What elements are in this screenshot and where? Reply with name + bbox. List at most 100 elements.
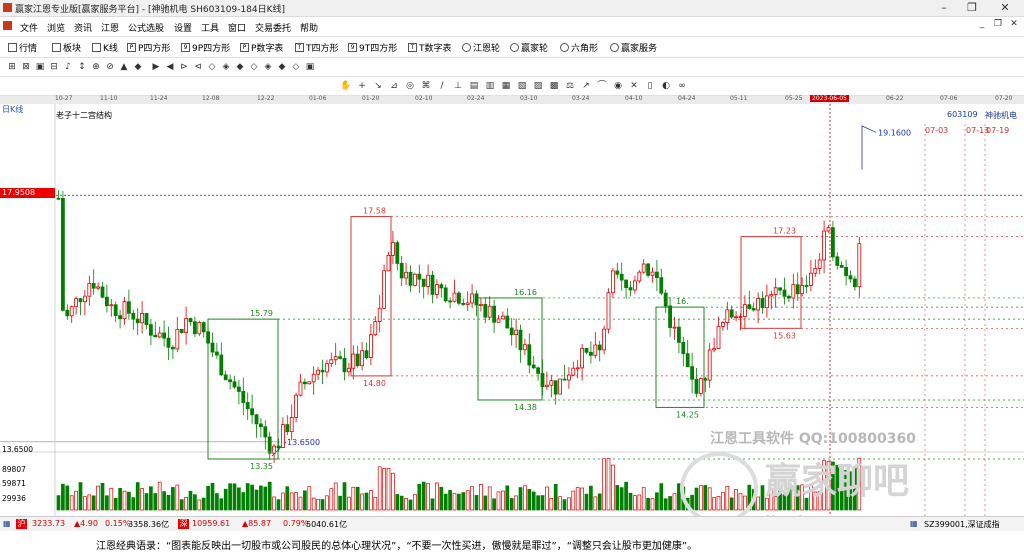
tool-11-icon[interactable]: ◀ xyxy=(164,61,176,73)
candle-body xyxy=(641,263,646,273)
menu-gann[interactable]: 江恩 xyxy=(101,21,119,34)
draw-tool-1-icon[interactable]: + xyxy=(356,80,368,92)
menu-file[interactable]: 文件 xyxy=(20,21,38,34)
mdi-restore-button[interactable]: ❐ xyxy=(992,19,1004,29)
tool-7-icon[interactable]: ⊘ xyxy=(104,61,116,73)
menu-trade[interactable]: 交易委托 xyxy=(255,21,291,34)
tool-18-icon[interactable]: ◈ xyxy=(262,61,274,73)
mdi-minimize-button[interactable]: _ xyxy=(976,19,988,29)
draw-tool-4-icon[interactable]: ◎ xyxy=(404,80,416,92)
p-square-button[interactable]: P P四方形 xyxy=(127,41,170,54)
draw-tool-12-icon[interactable]: ▨ xyxy=(532,80,544,92)
gann-wheel-button[interactable]: 江恩轮 xyxy=(462,41,500,54)
candle-body xyxy=(470,293,475,304)
volume-bar xyxy=(527,489,532,511)
tool-9-icon[interactable]: ◆ xyxy=(132,61,144,73)
date-label: 12-22 xyxy=(257,95,275,102)
volume-bar xyxy=(382,468,386,511)
mdi-close-button[interactable]: ✕ xyxy=(1008,19,1020,29)
index-selector[interactable]: SZ399001,深证成指 xyxy=(924,519,1000,530)
p-number-table-button[interactable]: P P数字表 xyxy=(240,41,283,54)
volume-bar xyxy=(245,483,250,511)
restore-button[interactable]: ❐ xyxy=(957,0,987,16)
candle-body xyxy=(694,378,699,394)
draw-tool-20-icon[interactable]: ◐ xyxy=(660,80,672,92)
menu-info[interactable]: 资讯 xyxy=(74,21,92,34)
volume-bar xyxy=(78,482,83,511)
draw-tool-8-icon[interactable]: ▤ xyxy=(468,80,480,92)
winner-service-button[interactable]: 赢家服务 xyxy=(610,41,657,54)
tool-4-icon[interactable]: ♪ xyxy=(62,61,74,73)
tool-6-icon[interactable]: ⊕ xyxy=(90,61,102,73)
tool-10-icon[interactable]: ▶ xyxy=(150,61,162,73)
candle-body xyxy=(100,286,105,298)
menu-settings[interactable]: 设置 xyxy=(174,21,192,34)
tool-20-icon[interactable]: ◇ xyxy=(290,61,302,73)
menu-window[interactable]: 窗口 xyxy=(228,21,246,34)
quotes-button[interactable]: 行情 xyxy=(8,41,37,54)
draw-tool-15-icon[interactable]: ↗ xyxy=(580,80,592,92)
candle-body xyxy=(382,270,387,309)
tool-15-icon[interactable]: ◈ xyxy=(220,61,232,73)
hexagon-button[interactable]: 六角形 xyxy=(560,41,598,54)
tool-0-icon[interactable]: ⊞ xyxy=(6,61,18,73)
draw-tool-0-icon[interactable]: ✋ xyxy=(340,80,352,92)
tool-16-icon[interactable]: ◆ xyxy=(234,61,246,73)
9t-square-button[interactable]: 9 9T四方形 xyxy=(348,41,397,54)
volume-bar xyxy=(122,490,127,511)
draw-tool-18-icon[interactable]: ✕ xyxy=(628,80,640,92)
menu-help[interactable]: 帮助 xyxy=(300,21,318,34)
menu-browse[interactable]: 浏览 xyxy=(47,21,65,34)
winner-wheel-button[interactable]: 赢家轮 xyxy=(510,41,548,54)
volume-bar xyxy=(206,486,210,511)
candle-body xyxy=(109,304,114,307)
kline-button[interactable]: K线 xyxy=(92,41,118,54)
draw-tool-21-icon[interactable]: ∞ xyxy=(676,80,688,92)
close-button[interactable]: ✕ xyxy=(990,0,1020,16)
draw-tool-13-icon[interactable]: ▩ xyxy=(548,80,560,92)
candle-body xyxy=(699,378,703,394)
sz-amount: 5040.61亿 xyxy=(306,520,348,529)
period-label[interactable]: 日K线 xyxy=(2,104,23,115)
grid-icon[interactable]: ▦ xyxy=(3,519,11,528)
draw-tool-5-icon[interactable]: ⌘ xyxy=(420,80,432,92)
draw-tool-14-icon[interactable]: ⚖ xyxy=(564,80,576,92)
tool-2-icon[interactable]: ▣ xyxy=(34,61,46,73)
9p-square-button[interactable]: 9 9P四方形 xyxy=(181,41,230,54)
tool-12-icon[interactable]: ⊳ xyxy=(178,61,190,73)
draw-tool-10-icon[interactable]: ▦ xyxy=(500,80,512,92)
draw-tool-2-icon[interactable]: ↘ xyxy=(372,80,384,92)
candle-body xyxy=(439,284,444,289)
t-square-button[interactable]: T T四方形 xyxy=(295,41,339,54)
menu-tools[interactable]: 工具 xyxy=(201,21,219,34)
draw-tool-3-icon[interactable]: ⊿ xyxy=(388,80,400,92)
tool-19-icon[interactable]: ◆ xyxy=(276,61,288,73)
tool-1-icon[interactable]: ⊠ xyxy=(20,61,32,73)
candle-body xyxy=(633,280,637,291)
tool-8-icon[interactable]: ▲ xyxy=(118,61,130,73)
volume-bar xyxy=(536,495,540,511)
draw-tool-9-icon[interactable]: ▥ xyxy=(484,80,496,92)
tool-5-icon[interactable]: ↕ xyxy=(76,61,88,73)
tool-13-icon[interactable]: ⊲ xyxy=(192,61,204,73)
sector-button[interactable]: 板块 xyxy=(52,41,81,54)
draw-tool-6-icon[interactable]: / xyxy=(436,80,448,92)
tool-3-icon[interactable]: ⊟ xyxy=(48,61,60,73)
minimize-button[interactable]: – xyxy=(929,0,959,16)
tool-17-icon[interactable]: ◇ xyxy=(248,61,260,73)
drawing-toolbar: ⊞ ⊠ ▣ ⊟ ♪ ↕ ⊕ ⊘ ▲ ◆ ▶ ◀ ⊳ ⊲ ◇ ◈ ◆ ◇ ◈ ◆ ◇ ▣ xyxy=(0,58,1024,77)
draw-tool-19-icon[interactable]: ▯ xyxy=(644,80,656,92)
gann-quote: 江恩经典语录：“图表能反映出一切股市或公司股民的总体心理状况”，“不要一次性买进… xyxy=(96,541,698,552)
t-number-table-button[interactable]: T T数字表 xyxy=(408,41,452,54)
volume-bar xyxy=(545,486,549,511)
draw-tool-11-icon[interactable]: ▧ xyxy=(516,80,528,92)
draw-tool-17-icon[interactable]: ◉ xyxy=(612,80,624,92)
draw-tool-16-icon[interactable]: ⌒ xyxy=(596,80,608,92)
draw-tool-7-icon[interactable]: ⊥ xyxy=(452,80,464,92)
tool-14-icon[interactable]: ◇ xyxy=(206,61,218,73)
volume-tick-3: 29936 xyxy=(2,494,26,503)
volume-bar xyxy=(377,466,382,511)
menu-formula[interactable]: 公式选股 xyxy=(128,21,164,34)
date-label: 07-20 xyxy=(995,95,1013,102)
tool-21-icon[interactable]: ▣ xyxy=(304,61,316,73)
